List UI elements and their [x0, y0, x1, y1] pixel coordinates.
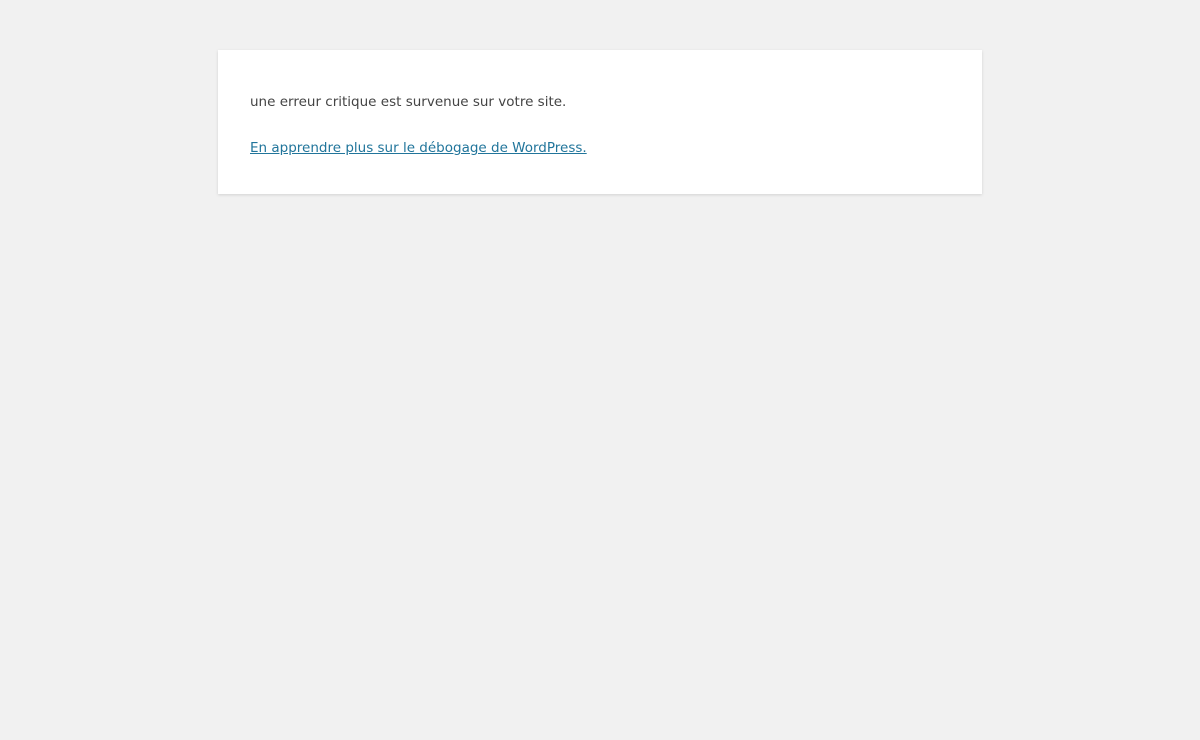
debugging-docs-link[interactable]: En apprendre plus sur le débogage de Wor… [250, 140, 587, 156]
error-card: une erreur critique est survenue sur vot… [218, 50, 982, 194]
error-message: une erreur critique est survenue sur vot… [250, 94, 567, 110]
learn-more-paragraph: En apprendre plus sur le débogage de Wor… [250, 139, 587, 157]
